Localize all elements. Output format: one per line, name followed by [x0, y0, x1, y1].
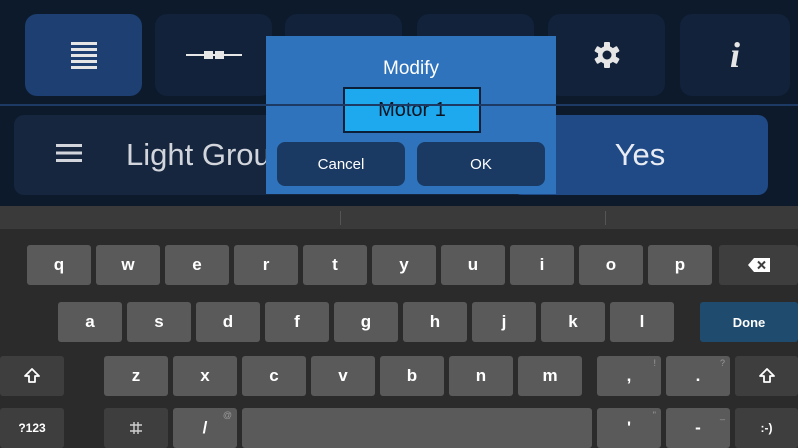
key-f[interactable]: f: [265, 302, 329, 342]
key-u[interactable]: u: [441, 245, 505, 285]
key-n[interactable]: n: [449, 356, 513, 396]
key-slash[interactable]: / @: [173, 408, 237, 448]
key-s[interactable]: s: [127, 302, 191, 342]
emoji-key[interactable]: :-): [735, 408, 798, 448]
soft-keyboard: q w e r t y u i o p a s d f g h j k l Do…: [0, 206, 798, 448]
key-t[interactable]: t: [303, 245, 367, 285]
gear-icon: [594, 42, 619, 68]
suggestion-bar: [0, 206, 798, 229]
key-v[interactable]: v: [311, 356, 375, 396]
key-apostrophe-hint: ": [652, 410, 656, 420]
backspace-key[interactable]: [719, 245, 798, 285]
ok-button[interactable]: OK: [417, 142, 545, 186]
key-period-hint: ?: [719, 358, 725, 368]
key-period-label: .: [695, 366, 701, 385]
cancel-button[interactable]: Cancel: [277, 142, 405, 186]
symbols-key[interactable]: ?123: [0, 408, 64, 448]
tab-list[interactable]: [25, 14, 142, 96]
key-apostrophe[interactable]: ' ": [597, 408, 661, 448]
modify-dialog: Modify Motor 1 Cancel OK: [266, 36, 556, 194]
row-label: Light Group: [126, 137, 288, 172]
key-e[interactable]: e: [165, 245, 229, 285]
tab-connections[interactable]: [155, 14, 272, 96]
key-b[interactable]: b: [380, 356, 444, 396]
key-d[interactable]: d: [196, 302, 260, 342]
key-dash-label: -: [695, 418, 701, 437]
key-i[interactable]: i: [510, 245, 574, 285]
backspace-icon: [747, 258, 770, 272]
key-a[interactable]: a: [58, 302, 122, 342]
spacebar[interactable]: [242, 408, 592, 448]
language-key[interactable]: [104, 408, 168, 448]
key-r[interactable]: r: [234, 245, 298, 285]
key-period[interactable]: . ?: [666, 356, 730, 396]
key-comma[interactable]: , !: [597, 356, 661, 396]
key-j[interactable]: j: [472, 302, 536, 342]
key-dash[interactable]: - _: [666, 408, 730, 448]
key-c[interactable]: c: [242, 356, 306, 396]
info-icon: i: [729, 35, 740, 75]
key-slash-label: /: [202, 418, 208, 437]
shift-key-left[interactable]: [0, 356, 64, 396]
key-y[interactable]: y: [372, 245, 436, 285]
app-screen: i Light Group Yes Modify Motor 1 Cancel …: [0, 0, 798, 206]
key-comma-label: ,: [626, 366, 632, 385]
key-q[interactable]: q: [27, 245, 91, 285]
key-g[interactable]: g: [334, 302, 398, 342]
key-h[interactable]: h: [403, 302, 467, 342]
dialog-title: Modify: [383, 58, 439, 79]
key-x[interactable]: x: [173, 356, 237, 396]
tab-settings[interactable]: [548, 14, 665, 96]
key-k[interactable]: k: [541, 302, 605, 342]
done-key[interactable]: Done: [700, 302, 798, 342]
name-input[interactable]: Motor 1: [343, 87, 481, 133]
shift-icon: [24, 368, 40, 383]
key-p[interactable]: p: [648, 245, 712, 285]
shift-key-right[interactable]: [735, 356, 798, 396]
key-z[interactable]: z: [104, 356, 168, 396]
key-l[interactable]: l: [610, 302, 674, 342]
list-icon: [70, 42, 97, 69]
language-switch-icon: [130, 422, 142, 434]
menu-icon: [56, 144, 82, 162]
key-o[interactable]: o: [579, 245, 643, 285]
connector-icon: [185, 51, 242, 59]
key-dash-hint: _: [719, 410, 725, 420]
key-w[interactable]: w: [96, 245, 160, 285]
tab-info[interactable]: i: [680, 14, 790, 96]
key-m[interactable]: m: [518, 356, 582, 396]
key-apostrophe-label: ': [626, 418, 632, 437]
shift-icon: [758, 368, 775, 383]
key-comma-hint: !: [653, 358, 656, 368]
key-slash-hint: @: [222, 410, 232, 420]
